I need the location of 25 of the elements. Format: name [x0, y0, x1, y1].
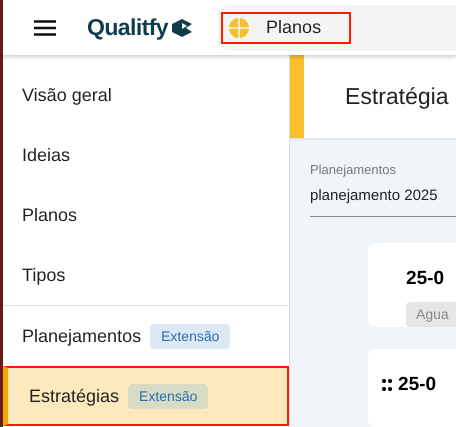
- card-title: 25-0: [406, 266, 444, 291]
- sidebar-item[interactable]: Planos: [3, 185, 289, 245]
- logo-icon: [172, 18, 192, 36]
- module-switcher[interactable]: Planos: [221, 12, 352, 44]
- extension-tag: Extensão: [150, 324, 230, 348]
- strategy-card[interactable]: 25-0: [368, 349, 456, 427]
- sidebar-item[interactable]: Planejamentos Extensão: [3, 306, 289, 366]
- sidebar-item[interactable]: Estratégias Extensão: [3, 366, 289, 426]
- strategy-card[interactable]: 25-0 Agua: [368, 242, 456, 328]
- quartered-circle-icon: [228, 16, 250, 38]
- drag-handle-icon[interactable]: [382, 379, 392, 392]
- sidebar-item[interactable]: Ideias: [3, 125, 289, 185]
- sidebar-item-label: Estratégias: [29, 384, 120, 408]
- filter-value[interactable]: planejamento 2025: [310, 185, 456, 208]
- status-tag: Agua: [406, 302, 456, 328]
- logo-text: Qualitfy: [87, 13, 168, 42]
- sidebar-item[interactable]: Visão geral: [3, 65, 289, 125]
- module-name: Planos: [266, 16, 322, 39]
- extension-tag: Extensão: [128, 384, 208, 408]
- menu-icon: [34, 20, 56, 36]
- sidebar-item-label: Planejamentos: [22, 324, 142, 348]
- card-title: 25-0: [398, 373, 436, 398]
- filter-label: Planejamentos: [310, 160, 397, 179]
- page-title: Estratégia: [345, 82, 449, 112]
- sidebar-item[interactable]: Tipos: [3, 245, 289, 305]
